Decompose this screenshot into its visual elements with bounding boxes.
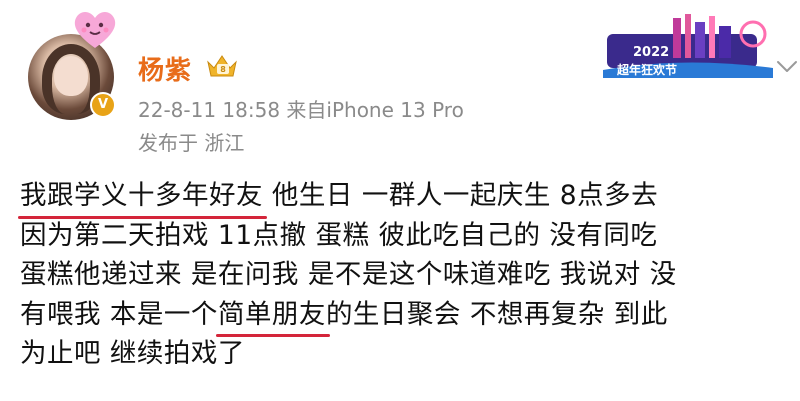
post-line: 我跟学义十多年好友 他生日 一群人一起庆生 8点多去 bbox=[18, 176, 795, 218]
heart-sticker-icon bbox=[74, 12, 116, 48]
post-line-text: 的生日聚会 不想再复杂 到此 bbox=[325, 298, 668, 330]
crown-badge-icon: 8 bbox=[207, 55, 237, 77]
post-line-text: 蛋糕他递过来 是在问我 是不是这个味道难吃 我说对 没 bbox=[20, 259, 677, 290]
svg-text:2022: 2022 bbox=[633, 45, 669, 60]
post-line-text: 有喂我 本是一个 bbox=[20, 298, 218, 330]
underlined-highlight: 简单朋友 bbox=[215, 295, 330, 337]
post-line: 蛋糕他递过来 是在问我 是不是这个味道难吃 我说对 没 bbox=[20, 255, 795, 295]
post-line-text: 他生日 一群人一起庆生 8点多去 bbox=[263, 180, 659, 211]
event-banner-icon[interactable]: 2022 超年狂欢节 bbox=[603, 12, 773, 78]
weibo-post-card: V 杨紫 8 22-8-11 18:58 来自iPhone 13 Pro 发布于… bbox=[0, 0, 800, 401]
post-line-text: 为止吧 继续拍戏了 bbox=[20, 338, 245, 369]
svg-text:8: 8 bbox=[220, 65, 226, 74]
author-name[interactable]: 杨紫 bbox=[138, 50, 192, 87]
post-line: 为止吧 继续拍戏了 bbox=[20, 334, 795, 374]
post-body: 我跟学义十多年好友 他生日 一群人一起庆生 8点多去 因为第二天拍戏 11点撤 … bbox=[18, 176, 795, 374]
chevron-down-icon[interactable] bbox=[776, 60, 798, 74]
underlined-highlight: 我跟学义十多年好友 bbox=[18, 176, 267, 218]
verified-v-icon: V bbox=[90, 92, 116, 118]
post-line: 因为第二天拍戏 11点撤 蛋糕 彼此吃自己的 没有同吃 bbox=[20, 216, 795, 256]
post-line: 有喂我 本是一个简单朋友的生日聚会 不想再复杂 到此 bbox=[20, 295, 795, 337]
post-location: 发布于 浙江 bbox=[138, 131, 245, 155]
post-time-source: 22-8-11 18:58 来自iPhone 13 Pro bbox=[138, 98, 464, 122]
post-line-text: 因为第二天拍戏 11点撤 蛋糕 彼此吃自己的 没有同吃 bbox=[20, 219, 658, 251]
avatar-face bbox=[54, 56, 88, 96]
svg-text:超年狂欢节: 超年狂欢节 bbox=[616, 62, 677, 77]
